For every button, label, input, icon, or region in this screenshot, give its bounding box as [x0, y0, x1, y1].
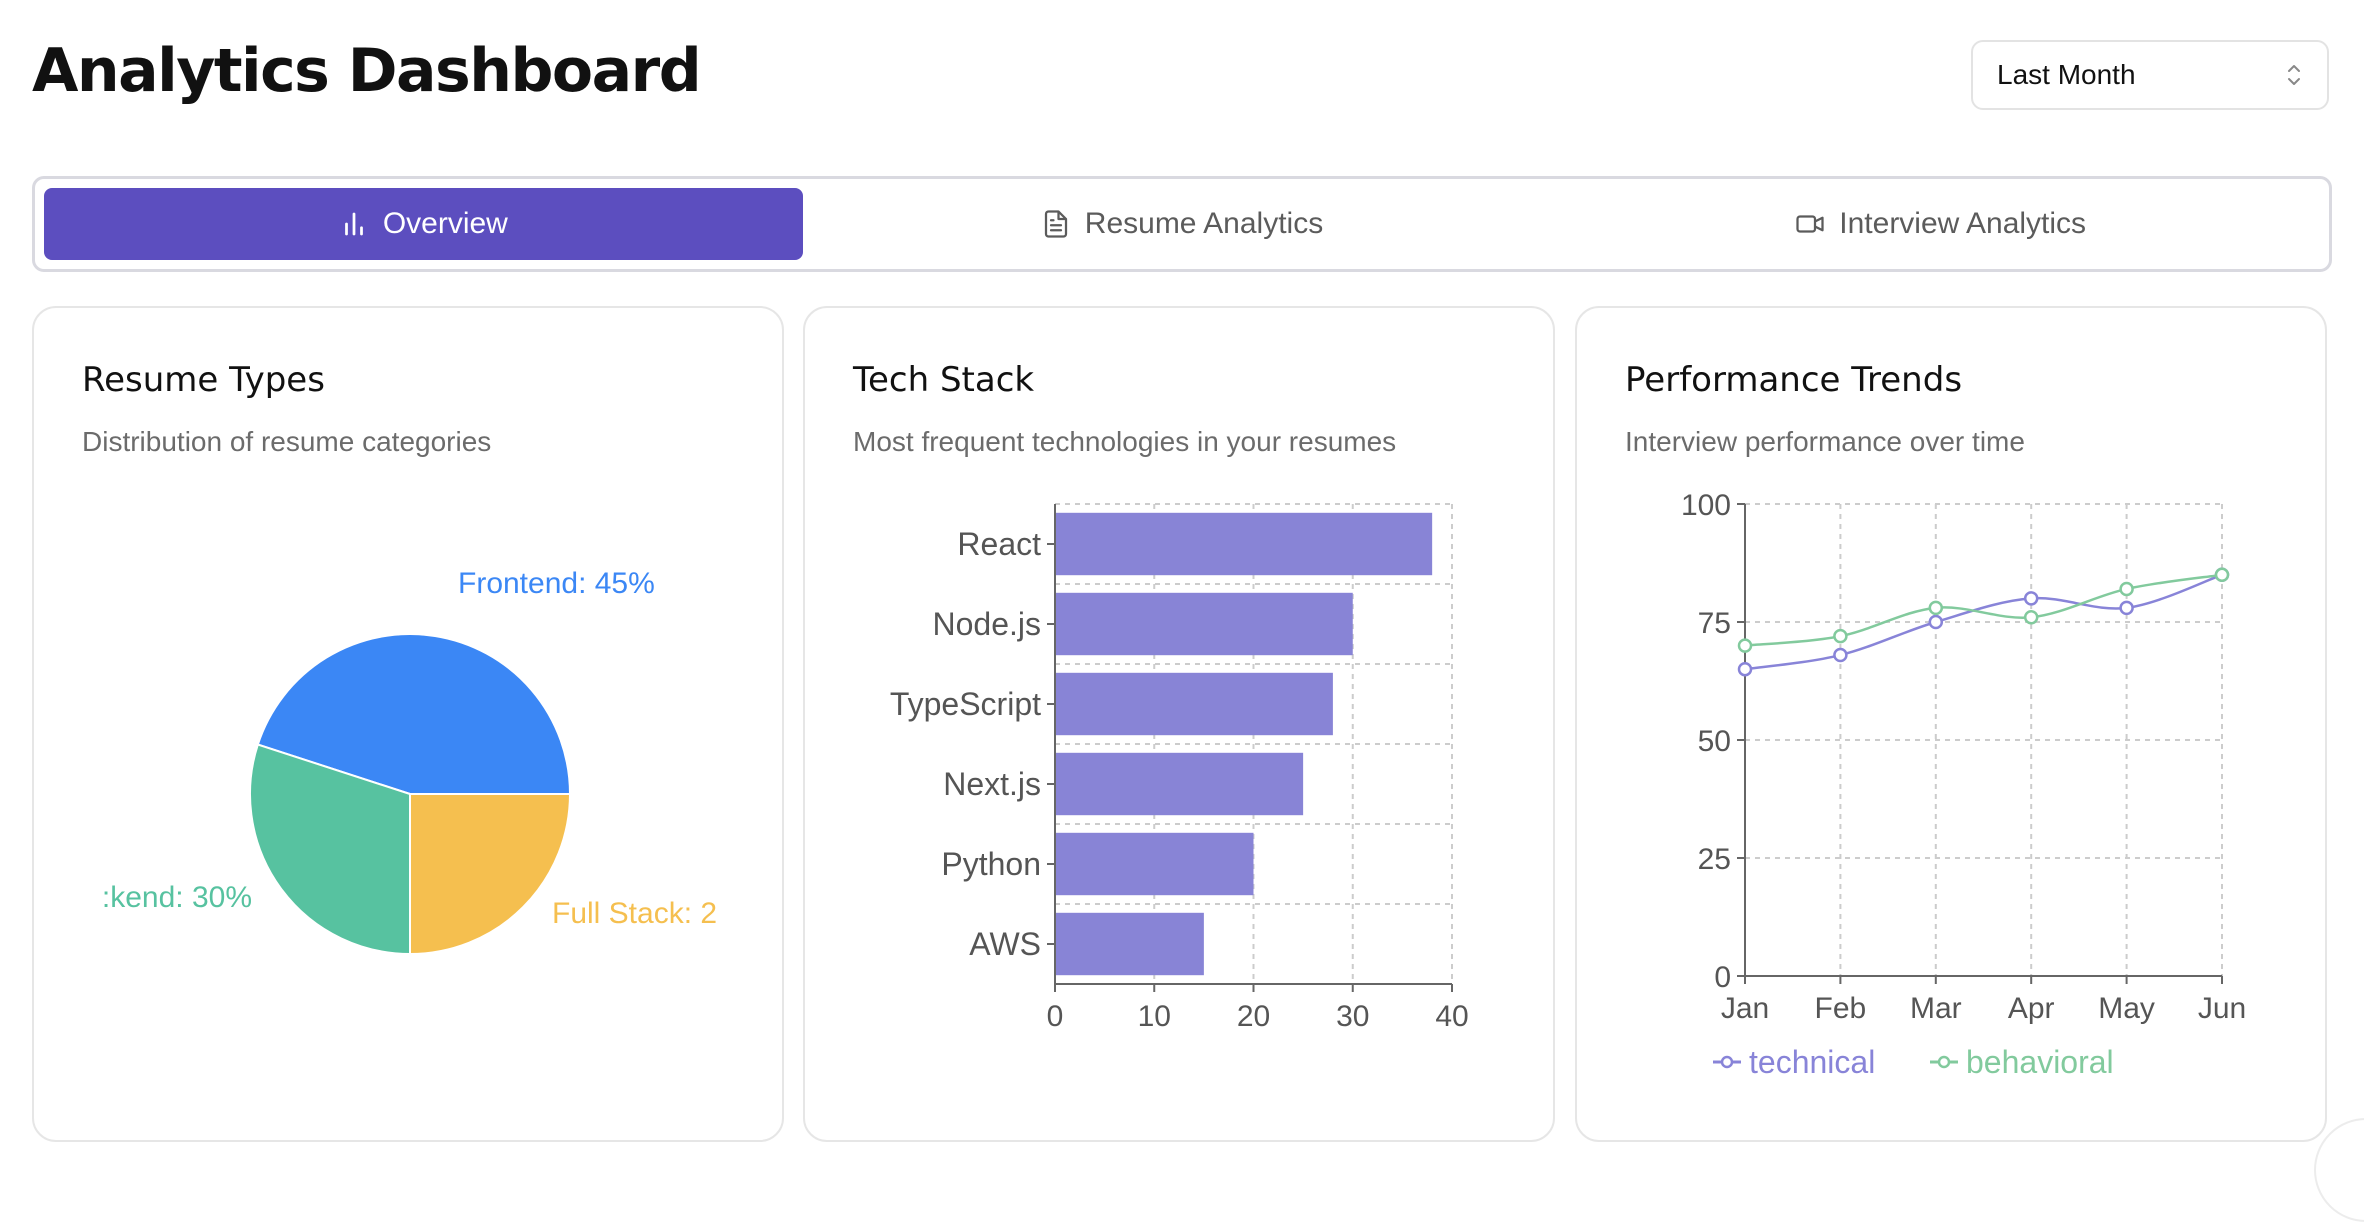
tab-overview-label: Overview: [382, 207, 508, 240]
data-point-technical: [1833, 647, 1848, 663]
chevron-up-down-icon: [2288, 65, 2300, 85]
x-tick-label: Apr: [2008, 992, 2055, 1025]
resume-types-card: Resume Types Distribution of resume cate…: [32, 306, 784, 1142]
x-tick-label: 30: [1336, 1000, 1369, 1033]
y-tick-label: React: [957, 526, 1041, 562]
legend-label-technical: technical: [1749, 1044, 1875, 1080]
data-point-behavioral: [1833, 628, 1848, 644]
data-point-behavioral: [2214, 567, 2230, 583]
x-tick-label: May: [2098, 992, 2155, 1025]
legend-marker-technical: [1720, 1055, 1734, 1069]
bar-grid: [1054, 503, 1453, 985]
data-point-technical: [2023, 591, 2039, 606]
x-tick-label: Jun: [2198, 992, 2246, 1025]
y-tick-label: 75: [1698, 607, 1731, 640]
data-point-behavioral: [1928, 600, 1944, 616]
page-title: Analytics Dashboard: [32, 36, 702, 106]
date-range-select[interactable]: Last Month: [1971, 40, 2329, 110]
performance-line-chart: 0 25 50 75 100 Jan Feb Mar Apr May Jun technical beh…: [1681, 489, 2246, 1080]
x-tick-label: 40: [1435, 1000, 1468, 1033]
data-point-technical: [2119, 600, 2134, 616]
data-point-technical: [1928, 614, 1944, 630]
tab-interview-analytics-label: Interview Analytics: [1839, 207, 2087, 240]
video-icon: [1796, 215, 1824, 233]
y-tick-label: 100: [1681, 489, 1731, 522]
tech-stack-bar-chart: React Node.js TypeScript Next.js Python AWS 0 1…: [890, 503, 1469, 1033]
line-grid: [1744, 503, 2223, 977]
series-line-behavioral: [1744, 573, 2223, 647]
x-tick-label: Jan: [1721, 992, 1769, 1025]
tab-overview[interactable]: Overview: [44, 188, 803, 260]
date-range-value: Last Month: [1997, 59, 2136, 90]
y-tick-label: 50: [1698, 725, 1731, 758]
tab-list: Overview Resume Analytics Interview Anal…: [32, 176, 2332, 272]
pie-label-full-stack: Full Stack: 2: [552, 897, 717, 930]
data-point-behavioral: [2023, 610, 2039, 625]
resume-types-pie-chart: Frontend: 45% Full Stack: 2 :kend: 30%: [102, 567, 717, 956]
x-tick-label: Mar: [1910, 992, 1962, 1025]
document-icon: [1044, 210, 1067, 238]
y-tick-label: TypeScript: [890, 686, 1041, 722]
pie-label-frontend: Frontend: 45%: [458, 567, 655, 600]
y-tick-label: Python: [941, 846, 1041, 882]
y-tick-label: 0: [1714, 961, 1731, 994]
y-tick-label: AWS: [969, 926, 1041, 962]
x-tick-label: 0: [1047, 1000, 1064, 1033]
y-tick-label: 25: [1698, 843, 1731, 876]
x-tick-label: 20: [1237, 1000, 1270, 1033]
data-point-behavioral: [1737, 638, 1753, 653]
legend-marker-behavioral: [1937, 1055, 1951, 1069]
pie-label-backend: :kend: 30%: [102, 881, 252, 914]
x-tick-label: 10: [1138, 1000, 1171, 1033]
tab-resume-analytics[interactable]: Resume Analytics: [803, 188, 1562, 260]
performance-trends-card: Performance Trends Interview performance…: [1575, 306, 2327, 1142]
bar-next-js: [1055, 752, 1304, 816]
y-tick-label: Node.js: [933, 606, 1042, 642]
legend-label-behavioral: behavioral: [1966, 1044, 2114, 1080]
tab-resume-analytics-label: Resume Analytics: [1084, 207, 1324, 240]
data-point-behavioral: [2119, 581, 2134, 597]
bar-aws: [1055, 912, 1204, 976]
tech-stack-card: Tech Stack Most frequent technologies in…: [803, 306, 1555, 1142]
x-tick-label: Feb: [1815, 992, 1867, 1025]
data-point-technical: [1737, 661, 1753, 677]
y-tick-label: Next.js: [943, 766, 1041, 802]
tab-interview-analytics[interactable]: Interview Analytics: [1561, 188, 2320, 260]
bar-node-js: [1055, 592, 1353, 656]
bar-python: [1055, 832, 1254, 896]
pie-slice-full-stack: [409, 793, 572, 956]
bar-typescript: [1055, 672, 1333, 736]
bar-react: [1055, 512, 1433, 576]
bar-chart-icon: [344, 212, 363, 236]
